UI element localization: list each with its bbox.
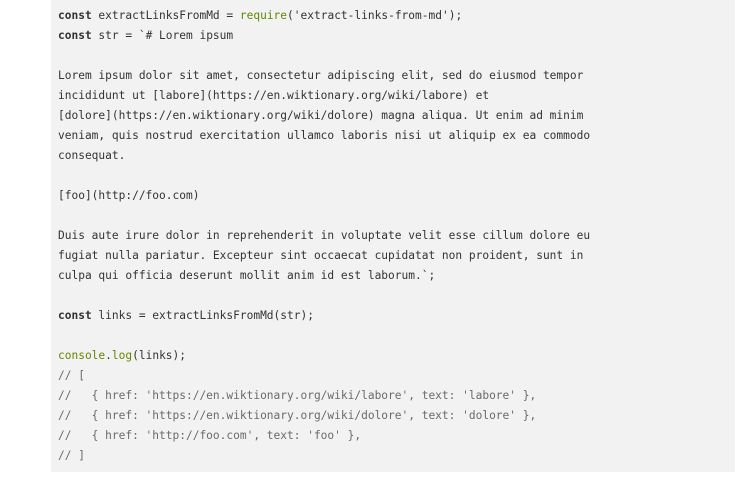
code-line: const links = extractLinksFromMd(str); — [58, 306, 735, 326]
code-string: Duis aute irure dolor in reprehenderit i… — [58, 229, 591, 242]
code-comment: // { href: 'https://en.wiktionary.org/wi… — [58, 389, 537, 402]
code-keyword: const — [58, 29, 92, 42]
code-function: log — [111, 349, 133, 362]
code-function: require — [239, 9, 288, 22]
code-line: incididunt ut [labore](https://en.wiktio… — [58, 86, 735, 106]
code-line: const extractLinksFromMd = require('extr… — [58, 6, 735, 26]
code-text: str = — [91, 29, 139, 42]
code-string: [foo](http://foo.com) — [58, 189, 200, 202]
code-line: // { href: 'https://en.wiktionary.org/wi… — [58, 386, 735, 406]
code-line: const str = `# Lorem ipsum — [58, 26, 735, 46]
code-string: culpa qui officia deserunt mollit anim i… — [58, 269, 429, 282]
code-comment: // ] — [58, 449, 85, 462]
code-string: fugiat nulla pariatur. Excepteur sint oc… — [58, 249, 584, 262]
code-line: // { href: 'https://en.wiktionary.org/wi… — [58, 406, 735, 426]
code-line: // [ — [58, 366, 735, 386]
code-text: (links); — [132, 349, 187, 362]
code-text: ); — [448, 9, 463, 22]
code-comment: // { href: 'http://foo.com', text: 'foo'… — [58, 429, 362, 442]
code-text: ; — [428, 269, 436, 282]
code-text: . — [105, 349, 112, 362]
code-string: 'extract-links-from-md' — [293, 9, 449, 22]
code-line: // { href: 'http://foo.com', text: 'foo'… — [58, 426, 735, 446]
code-line: // ] — [58, 446, 735, 466]
code-text: ( — [287, 9, 294, 22]
code-line: culpa qui officia deserunt mollit anim i… — [58, 266, 735, 286]
code-keyword: const — [58, 9, 92, 22]
code-line: console.log(links); — [58, 346, 735, 366]
code-line: consequat. — [58, 146, 735, 166]
code-comment: // { href: 'https://en.wiktionary.org/wi… — [58, 409, 537, 422]
code-text: links = extractLinksFromMd(str); — [91, 309, 314, 322]
code-string: [dolore](https://en.wiktionary.org/wiki/… — [58, 109, 584, 122]
code-comment: // [ — [58, 369, 85, 382]
code-line: [foo](http://foo.com) — [58, 186, 735, 206]
code-string: incididunt ut [labore](https://en.wiktio… — [58, 89, 490, 102]
code-text: extractLinksFromMd = — [91, 9, 240, 22]
code-line: Duis aute irure dolor in reprehenderit i… — [58, 226, 735, 246]
code-block: const extractLinksFromMd = require('extr… — [51, 0, 735, 472]
code-string: Lorem ipsum dolor sit amet, consectetur … — [58, 69, 584, 82]
code-line: [dolore](https://en.wiktionary.org/wiki/… — [58, 106, 735, 126]
code-string: `# Lorem ipsum — [138, 29, 234, 42]
code-string: consequat. — [58, 149, 126, 162]
code-function: console — [58, 349, 106, 362]
code-string: veniam, quis nostrud exercitation ullamc… — [58, 129, 591, 142]
code-line: fugiat nulla pariatur. Excepteur sint oc… — [58, 246, 735, 266]
code-line: veniam, quis nostrud exercitation ullamc… — [58, 126, 735, 146]
code-keyword: const — [58, 309, 92, 322]
code-line: Lorem ipsum dolor sit amet, consectetur … — [58, 66, 735, 86]
